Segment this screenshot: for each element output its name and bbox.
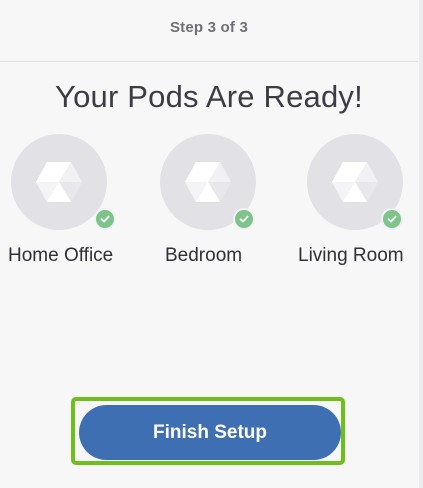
finish-setup-button[interactable]: Finish Setup xyxy=(79,405,341,460)
pod-hexagon-icon xyxy=(185,162,231,202)
step-header: Step 3 of 3 xyxy=(0,0,418,62)
window-edge xyxy=(419,0,423,488)
step-indicator: Step 3 of 3 xyxy=(169,19,249,36)
pod-bedroom: Bedroom xyxy=(160,134,270,269)
check-icon xyxy=(233,208,255,230)
check-icon xyxy=(381,208,403,230)
pod-avatar xyxy=(11,134,107,230)
pod-hexagon-icon xyxy=(332,162,378,202)
pod-living-room: Living Room xyxy=(298,134,417,269)
pod-label: Bedroom xyxy=(165,245,243,266)
page-title: Your Pods Are Ready! xyxy=(55,79,363,114)
check-icon xyxy=(94,208,116,230)
pod-label: Living Room xyxy=(298,245,404,266)
setup-screen: Step 3 of 3 Your Pods Are Ready! Home Of… xyxy=(0,0,423,488)
pod-hexagon-icon xyxy=(36,162,82,202)
pod-home-office: Home Office xyxy=(8,134,121,269)
pod-label: Home Office xyxy=(8,245,114,266)
